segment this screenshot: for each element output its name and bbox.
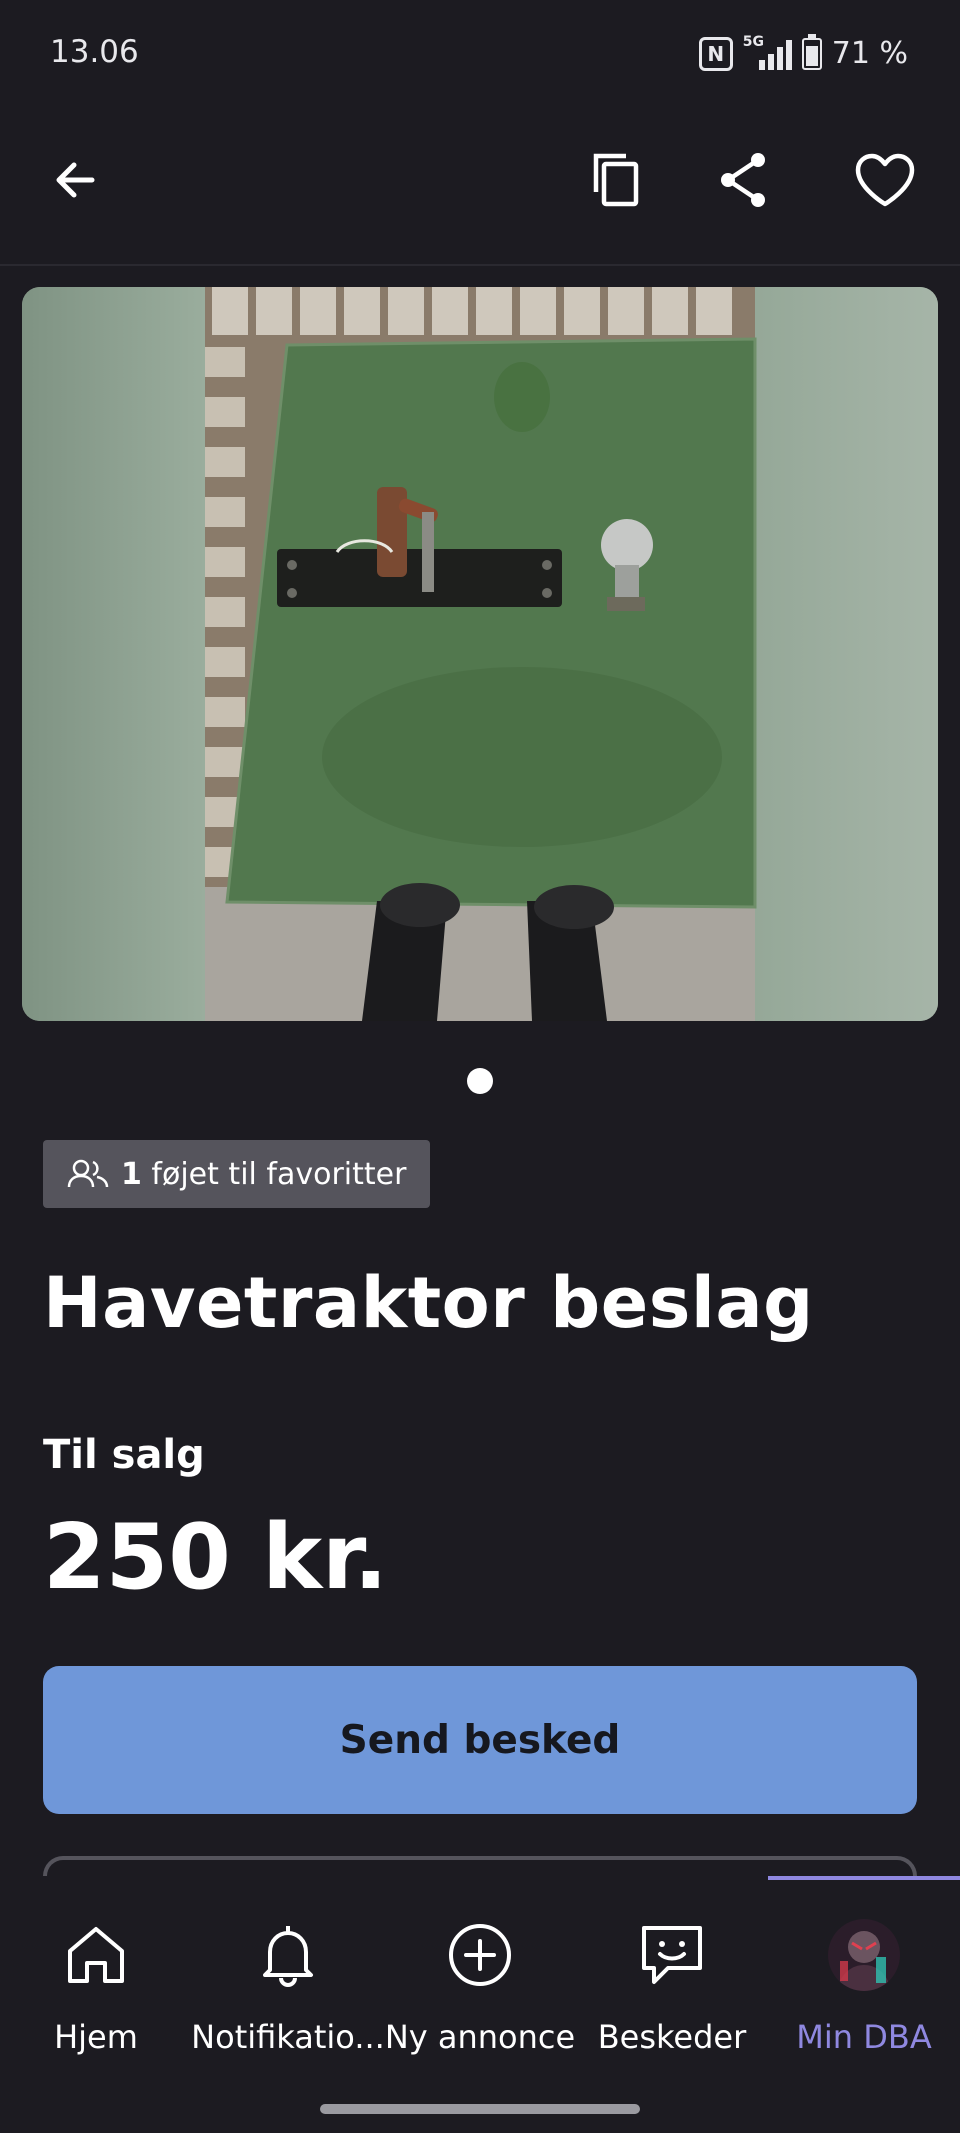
home-icon [68, 1927, 124, 1983]
message-icon [642, 1926, 702, 1984]
nav-my-dba-label: Min DBA [796, 2018, 932, 2056]
carousel-indicator [467, 1068, 493, 1094]
listing-price: 250 kr. [43, 1505, 388, 1610]
bell-icon [263, 1926, 313, 1987]
users-icon [67, 1159, 109, 1188]
share-icon [721, 153, 765, 207]
nfc-icon: N [698, 36, 733, 71]
toolbar-divider [0, 264, 960, 266]
nav-my-dba[interactable]: Min DBA [768, 1900, 960, 2056]
favorites-text: føjet til favoritter [151, 1156, 407, 1192]
network-type: 5G [742, 33, 765, 50]
home-indicator [320, 2104, 640, 2114]
nav-home-label: Hjem [54, 2018, 138, 2056]
back-arrow-icon [56, 162, 95, 198]
plus-circle-icon [449, 1924, 511, 1986]
nav-new-listing-label: Ny annonce [384, 2018, 576, 2056]
nav-messages-label: Beskeder [597, 2018, 747, 2056]
copy-link-button[interactable] [578, 140, 658, 220]
avatar [828, 1919, 900, 1991]
send-message-button[interactable]: Send besked [43, 1666, 917, 1814]
battery-icon [801, 33, 822, 70]
copy-icon [593, 153, 639, 207]
listing-image[interactable] [22, 287, 938, 1021]
favorite-button[interactable] [845, 140, 925, 220]
nav-home[interactable]: Hjem [0, 1900, 192, 2056]
battery-text: 71 % [831, 36, 908, 71]
heart-icon [855, 153, 915, 207]
favorites-count: 1 [121, 1156, 142, 1192]
signal-icon: 5G [743, 34, 792, 70]
favorites-badge: 1 føjet til favoritter [43, 1140, 431, 1208]
nav-messages[interactable]: Beskeder [576, 1900, 768, 2056]
back-button[interactable] [35, 140, 115, 220]
active-tab-indicator [768, 1876, 960, 1880]
nav-new-listing[interactable]: Ny annonce [384, 1900, 576, 2056]
status-icons: N 5G 71 % [698, 33, 908, 71]
listing-title: Havetraktor beslag [43, 1262, 814, 1344]
nav-notifications[interactable]: Notifikatio... [191, 1900, 385, 2056]
status-time: 13.06 [50, 34, 139, 70]
share-button[interactable] [704, 140, 784, 220]
listing-status: Til salg [43, 1432, 205, 1478]
listing-photo [22, 287, 938, 1021]
nav-notifications-label: Notifikatio... [191, 2018, 385, 2056]
